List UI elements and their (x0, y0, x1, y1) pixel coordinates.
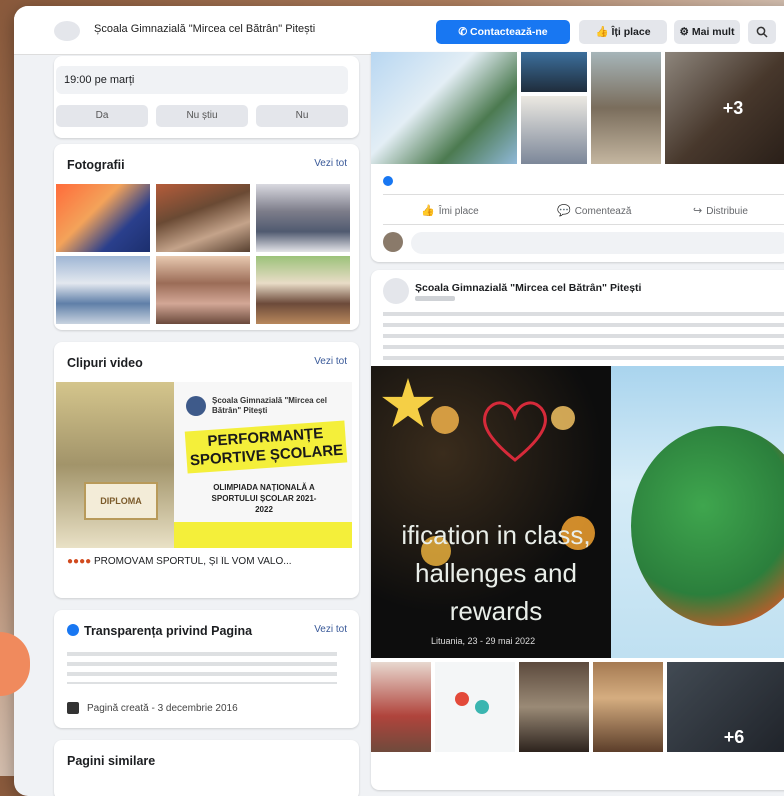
videos-title: Clipuri video (67, 356, 143, 370)
similar-pages-card: Pagini similare (54, 740, 359, 796)
more-button[interactable]: ⚙ Mai mult (674, 20, 740, 44)
photo-thumb[interactable] (256, 256, 350, 324)
flower-icon (455, 692, 469, 706)
search-button[interactable] (748, 20, 776, 44)
reaction-icon[interactable] (383, 176, 393, 186)
share-icon: ↪ (693, 205, 703, 217)
flower-icon (475, 700, 489, 714)
transparency-card: Transparența privind Pagina Vezi tot Pag… (54, 610, 359, 728)
divider (383, 224, 784, 225)
like-action[interactable]: 👍 Îmi place (421, 204, 479, 217)
answer-yes-button[interactable]: Da (56, 105, 148, 127)
share-action[interactable]: ↪ Distribuie (693, 204, 748, 217)
contact-button[interactable]: ✆ Contactează-ne (436, 20, 570, 44)
info-icon (67, 624, 79, 636)
post-photo-strip: +6 (371, 662, 784, 752)
bokeh-light (431, 406, 459, 434)
post-photo[interactable] (591, 52, 661, 164)
photos-see-all-link[interactable]: Vezi tot (314, 158, 347, 169)
more-photos-count: +6 (667, 662, 784, 752)
school-logo-icon (186, 396, 206, 416)
author-avatar[interactable] (383, 278, 409, 304)
thumbs-up-icon: 👍 (421, 205, 435, 217)
image-date: Lituania, 23 - 29 mai 2022 (431, 636, 536, 646)
post-photo[interactable] (371, 52, 517, 164)
post-author[interactable]: Școala Gimnazială "Mircea cel Bătrân" Pi… (415, 282, 641, 294)
post-photo[interactable] (521, 52, 587, 92)
globe-shape (631, 426, 784, 626)
post-text (383, 312, 784, 360)
transparency-title: Transparența privind Pagina (84, 624, 253, 638)
page-created-date: Pagină creată - 3 decembrie 2016 (87, 703, 238, 714)
more-photos-count: +3 (665, 52, 784, 164)
post-photo[interactable] (519, 662, 589, 752)
post-photo[interactable] (371, 662, 431, 752)
post-main-image[interactable]: ification in class, hallenges and reward… (371, 366, 784, 658)
video-headline: PERFORMANȚE SPORTIVE ȘCOLARE (184, 420, 348, 474)
video-subtitle: OLIMPIADA NAȚIONALĂ A SPORTULUI ȘCOLAR 2… (211, 483, 317, 514)
answer-unknown-button[interactable]: Nu știu (156, 105, 248, 127)
post-photo[interactable] (521, 96, 587, 164)
video-banner (174, 522, 352, 548)
photo-thumb[interactable] (156, 184, 250, 252)
photo-thumb[interactable] (56, 256, 150, 324)
heart-icon (483, 401, 547, 462)
post-photo-more[interactable]: +6 (667, 662, 784, 752)
hours-card: 19:00 pe marți Da Nu știu Nu (54, 56, 359, 138)
photo-thumb[interactable] (256, 184, 350, 252)
comment-input[interactable] (411, 232, 784, 254)
similar-pages-title: Pagini similare (67, 754, 156, 768)
transparency-description (67, 652, 337, 684)
photo-thumb[interactable] (56, 184, 150, 252)
video-school-name: Școala Gimnazială "Mircea cel Bătrân" Pi… (212, 396, 327, 415)
photo-thumb[interactable] (156, 256, 250, 324)
videos-card: Clipuri video Vezi tot DIPLOMA Școala Gi… (54, 342, 359, 598)
flag-icon (67, 702, 79, 714)
post-photo[interactable] (435, 662, 515, 752)
post-photo-more[interactable]: +3 (665, 52, 784, 164)
globe-drawing (611, 366, 784, 658)
post-photo[interactable] (593, 662, 663, 752)
transparency-see-all-link[interactable]: Vezi tot (314, 624, 347, 635)
post-card: +3 👍 Îmi place 💬 Comentează ↪ Distribuie (371, 52, 784, 262)
photo-grid (56, 184, 356, 324)
video-caption[interactable]: ●●●● PROMOVĂM SPORTUL, ȘI ÎL VOM VALO... (67, 556, 352, 567)
post-photo-grid: +3 (371, 52, 784, 164)
video-poster: Școala Gimnazială "Mircea cel Bătrân" Pi… (174, 382, 352, 548)
diploma-label: DIPLOMA (84, 482, 158, 520)
post-card: Școala Gimnazială "Mircea cel Bătrân" Pi… (371, 270, 784, 790)
divider (383, 194, 784, 195)
photos-title: Fotografii (67, 158, 125, 172)
browser-window: Școala Gimnazială "Mircea cel Bătrân" Pi… (14, 6, 784, 796)
comment-icon: 💬 (557, 205, 571, 217)
hours-field[interactable]: 19:00 pe marți (56, 66, 348, 94)
trophy-photo: DIPLOMA (56, 382, 176, 548)
search-icon (756, 26, 768, 38)
videos-see-all-link[interactable]: Vezi tot (314, 356, 347, 367)
comment-action[interactable]: 💬 Comentează (557, 204, 631, 217)
photos-card: Fotografii Vezi tot (54, 144, 359, 330)
video-thumbnail[interactable]: DIPLOMA Școala Gimnazială "Mircea cel Bă… (56, 382, 352, 548)
user-avatar (383, 232, 403, 252)
post-timestamp[interactable] (415, 296, 455, 301)
image-overlay-text: ification in class, hallenges and reward… (401, 520, 591, 626)
like-page-button[interactable]: 👍 Îți place (579, 20, 667, 44)
answer-no-button[interactable]: Nu (256, 105, 348, 127)
